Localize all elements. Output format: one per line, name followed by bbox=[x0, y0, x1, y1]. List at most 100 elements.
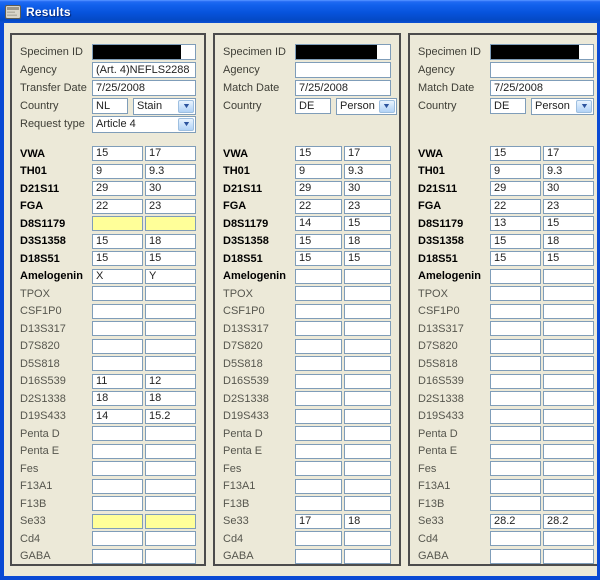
allele-2-field[interactable]: 9.3 bbox=[344, 164, 391, 179]
allele-2-field[interactable]: 18 bbox=[145, 391, 196, 406]
allele-2-field[interactable] bbox=[543, 426, 594, 441]
allele-1-field[interactable]: X bbox=[92, 269, 143, 284]
allele-1-field[interactable] bbox=[490, 461, 541, 476]
form-window-icon[interactable] bbox=[5, 5, 21, 19]
allele-1-field[interactable] bbox=[490, 409, 541, 424]
allele-2-field[interactable] bbox=[344, 391, 391, 406]
allele-2-field[interactable] bbox=[543, 549, 594, 564]
allele-2-field[interactable] bbox=[145, 531, 196, 546]
allele-1-field[interactable] bbox=[295, 496, 342, 511]
allele-1-field[interactable]: 29 bbox=[92, 181, 143, 196]
allele-2-field[interactable]: 18 bbox=[344, 234, 391, 249]
allele-2-field[interactable] bbox=[543, 496, 594, 511]
allele-2-field[interactable] bbox=[344, 461, 391, 476]
allele-2-field[interactable]: 30 bbox=[145, 181, 196, 196]
allele-1-field[interactable] bbox=[490, 304, 541, 319]
transfer-date-field[interactable]: 7/25/2008 bbox=[92, 80, 196, 96]
agency-field[interactable] bbox=[295, 62, 391, 78]
allele-2-field[interactable] bbox=[344, 269, 391, 284]
allele-1-field[interactable] bbox=[92, 286, 143, 301]
allele-1-field[interactable]: 17 bbox=[295, 514, 342, 529]
allele-2-field[interactable] bbox=[344, 479, 391, 494]
dropdown-button[interactable]: ▼ bbox=[576, 100, 592, 113]
allele-2-field[interactable]: 30 bbox=[543, 181, 594, 196]
allele-1-field[interactable] bbox=[92, 461, 143, 476]
allele-2-field[interactable] bbox=[344, 426, 391, 441]
allele-2-field[interactable]: 15 bbox=[344, 251, 391, 266]
allele-1-field[interactable] bbox=[490, 444, 541, 459]
allele-2-field[interactable] bbox=[543, 286, 594, 301]
allele-2-field[interactable] bbox=[543, 374, 594, 389]
allele-2-field[interactable] bbox=[344, 321, 391, 336]
allele-2-field[interactable] bbox=[543, 321, 594, 336]
specimen-id-field[interactable] bbox=[295, 44, 391, 60]
allele-1-field[interactable] bbox=[92, 514, 143, 529]
allele-1-field[interactable] bbox=[490, 479, 541, 494]
allele-2-field[interactable]: 28.2 bbox=[543, 514, 594, 529]
allele-1-field[interactable] bbox=[490, 391, 541, 406]
allele-2-field[interactable]: 23 bbox=[543, 199, 594, 214]
allele-2-field[interactable] bbox=[145, 496, 196, 511]
allele-1-field[interactable] bbox=[295, 269, 342, 284]
allele-1-field[interactable]: 9 bbox=[92, 164, 143, 179]
country-category-dropdown[interactable]: Person▼ bbox=[531, 98, 594, 115]
dropdown-button[interactable]: ▼ bbox=[178, 118, 194, 131]
allele-2-field[interactable] bbox=[344, 496, 391, 511]
allele-1-field[interactable] bbox=[92, 304, 143, 319]
allele-2-field[interactable] bbox=[543, 339, 594, 354]
allele-2-field[interactable] bbox=[145, 514, 196, 529]
allele-1-field[interactable] bbox=[295, 321, 342, 336]
country-code-field[interactable]: DE bbox=[295, 98, 331, 114]
allele-1-field[interactable] bbox=[92, 356, 143, 371]
allele-1-field[interactable] bbox=[295, 409, 342, 424]
allele-1-field[interactable] bbox=[295, 479, 342, 494]
allele-2-field[interactable] bbox=[543, 356, 594, 371]
country-code-field[interactable]: NL bbox=[92, 98, 128, 114]
allele-1-field[interactable] bbox=[490, 531, 541, 546]
allele-1-field[interactable]: 15 bbox=[92, 146, 143, 161]
allele-2-field[interactable] bbox=[344, 286, 391, 301]
allele-2-field[interactable]: 15 bbox=[543, 251, 594, 266]
allele-1-field[interactable] bbox=[490, 496, 541, 511]
allele-1-field[interactable] bbox=[92, 426, 143, 441]
allele-2-field[interactable]: 15 bbox=[145, 251, 196, 266]
allele-2-field[interactable]: 17 bbox=[344, 146, 391, 161]
allele-2-field[interactable] bbox=[543, 531, 594, 546]
agency-field[interactable] bbox=[490, 62, 594, 78]
allele-1-field[interactable]: 22 bbox=[295, 199, 342, 214]
allele-2-field[interactable] bbox=[145, 549, 196, 564]
allele-2-field[interactable]: 9.3 bbox=[145, 164, 196, 179]
allele-1-field[interactable]: 9 bbox=[295, 164, 342, 179]
allele-2-field[interactable] bbox=[543, 479, 594, 494]
allele-2-field[interactable] bbox=[145, 321, 196, 336]
allele-1-field[interactable] bbox=[92, 479, 143, 494]
allele-1-field[interactable] bbox=[92, 339, 143, 354]
allele-1-field[interactable]: 11 bbox=[92, 374, 143, 389]
allele-1-field[interactable] bbox=[295, 531, 342, 546]
allele-1-field[interactable]: 15 bbox=[92, 234, 143, 249]
allele-2-field[interactable] bbox=[145, 444, 196, 459]
agency-field[interactable]: (Art. 4)NEFLS2288 bbox=[92, 62, 196, 78]
request-type-dropdown[interactable]: Article 4▼ bbox=[92, 116, 196, 133]
allele-2-field[interactable]: 17 bbox=[145, 146, 196, 161]
allele-1-field[interactable]: 15 bbox=[295, 146, 342, 161]
allele-1-field[interactable] bbox=[490, 549, 541, 564]
allele-2-field[interactable] bbox=[145, 304, 196, 319]
allele-2-field[interactable]: 9.3 bbox=[543, 164, 594, 179]
allele-1-field[interactable] bbox=[490, 374, 541, 389]
match-date-field[interactable]: 7/25/2008 bbox=[490, 80, 594, 96]
allele-1-field[interactable] bbox=[490, 426, 541, 441]
allele-2-field[interactable] bbox=[344, 444, 391, 459]
allele-1-field[interactable]: 28.2 bbox=[490, 514, 541, 529]
allele-2-field[interactable] bbox=[344, 339, 391, 354]
allele-1-field[interactable] bbox=[490, 286, 541, 301]
allele-1-field[interactable] bbox=[92, 321, 143, 336]
allele-1-field[interactable] bbox=[92, 496, 143, 511]
allele-2-field[interactable] bbox=[344, 531, 391, 546]
allele-1-field[interactable] bbox=[295, 391, 342, 406]
match-date-field[interactable]: 7/25/2008 bbox=[295, 80, 391, 96]
allele-1-field[interactable]: 15 bbox=[490, 234, 541, 249]
allele-2-field[interactable] bbox=[543, 444, 594, 459]
allele-2-field[interactable]: 18 bbox=[145, 234, 196, 249]
allele-1-field[interactable] bbox=[295, 444, 342, 459]
